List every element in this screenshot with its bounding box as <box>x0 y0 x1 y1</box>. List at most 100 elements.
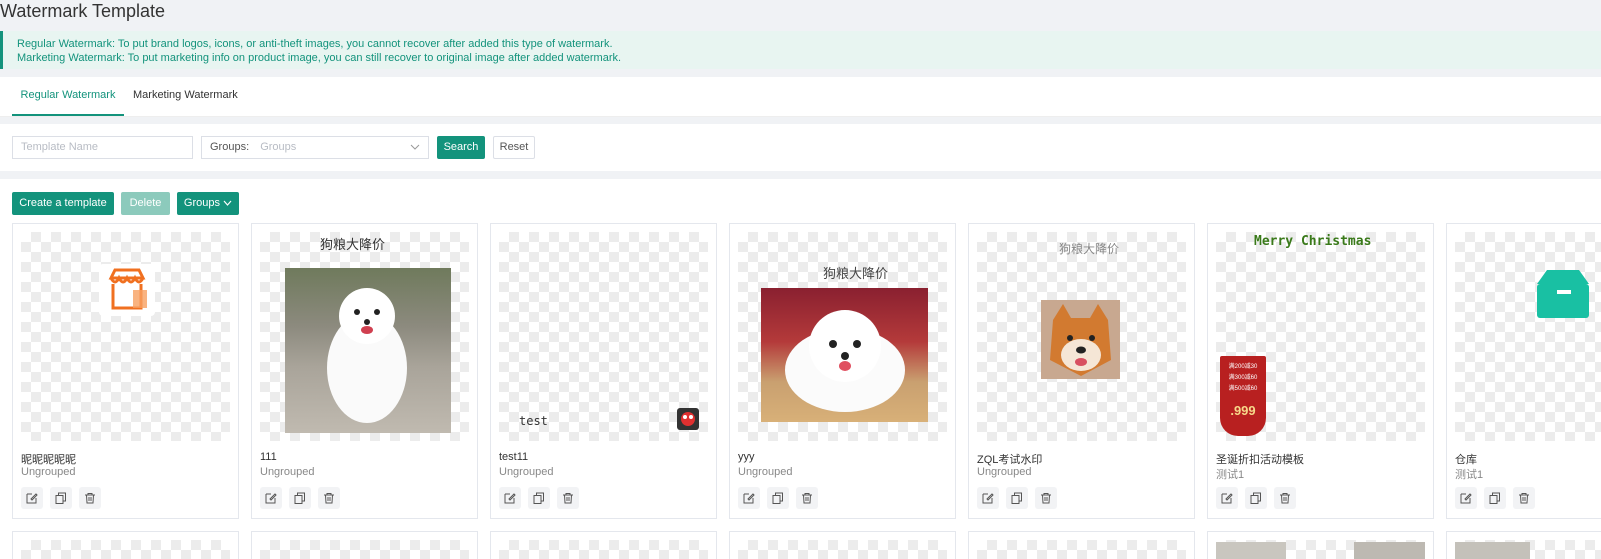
edit-icon[interactable] <box>977 487 999 509</box>
copy-icon[interactable] <box>50 487 72 509</box>
info-notice: Regular Watermark: To put brand logos, i… <box>0 31 1601 69</box>
watermark-text: 狗粮大降价 <box>823 266 889 281</box>
tab-marketing-watermark[interactable]: Marketing Watermark <box>133 77 238 116</box>
copy-icon[interactable] <box>1006 487 1028 509</box>
delete-button[interactable]: Delete <box>121 192 170 215</box>
template-preview[interactable]: 狗粮大降价 <box>738 232 947 441</box>
template-preview[interactable]: 狗粮大降价 <box>260 232 469 441</box>
badge-price: 999 <box>1233 403 1256 418</box>
edit-icon[interactable] <box>499 487 521 509</box>
template-card[interactable]: 狗粮大降价 yyy Ungrouped <box>729 223 956 519</box>
template-name: test11 <box>499 451 529 463</box>
copy-icon[interactable] <box>289 487 311 509</box>
copy-icon[interactable] <box>1484 487 1506 509</box>
reset-button[interactable]: Reset <box>493 136 535 159</box>
trash-icon[interactable] <box>1035 487 1057 509</box>
template-preview[interactable]: 狗粮大降价 <box>977 232 1186 441</box>
tabs-bar: Regular Watermark Marketing Watermark <box>0 77 1601 117</box>
template-group: Ungrouped <box>21 466 76 478</box>
template-card[interactable]: test test11 Ungrouped <box>490 223 717 519</box>
photo <box>1354 542 1425 559</box>
filter-bar: Template Name Groups: Groups Search Rese… <box>0 124 1601 171</box>
template-card[interactable]: 狗粮大降价 ZQL考试水印 Ungrouped <box>968 223 1195 519</box>
template-group: Ungrouped <box>499 466 554 478</box>
template-card[interactable]: 狗粮大降价 111 Ungrouped <box>251 223 478 519</box>
shop-icon <box>99 264 155 316</box>
template-list: Create a template Delete Groups 昵昵昵昵昵 Un… <box>0 179 1601 559</box>
groups-button-label: Groups <box>183 197 220 209</box>
photo <box>1455 542 1530 559</box>
template-name: 仓库 <box>1455 454 1477 466</box>
groups-select-placeholder: Groups <box>260 141 297 153</box>
template-preview[interactable] <box>499 540 708 559</box>
template-preview[interactable] <box>1455 232 1601 441</box>
template-preview[interactable]: test <box>499 232 708 441</box>
template-preview[interactable] <box>977 540 1186 559</box>
edit-icon[interactable] <box>1455 487 1477 509</box>
template-preview[interactable] <box>738 540 947 559</box>
template-group: 测试1 <box>1216 469 1245 481</box>
create-template-button[interactable]: Create a template <box>12 192 114 215</box>
template-name: 昵昵昵昵昵 <box>21 454 76 466</box>
edit-icon[interactable] <box>1216 487 1238 509</box>
box-icon <box>1533 268 1593 320</box>
template-card[interactable] <box>490 531 717 559</box>
badge-line: 满500减60 <box>1228 386 1258 392</box>
tab-regular-watermark[interactable]: Regular Watermark <box>12 77 124 116</box>
discount-badge: 满200减30 满300减60 满500减60 .999 <box>1220 356 1266 436</box>
template-card[interactable] <box>12 531 239 559</box>
template-group: Ungrouped <box>738 466 793 478</box>
shiba-photo <box>1041 300 1120 379</box>
template-name: yyy <box>738 451 755 463</box>
trash-icon[interactable] <box>557 487 579 509</box>
template-card[interactable]: Merry Christmas 满200减30 满300减60 满500减60 … <box>1207 223 1434 519</box>
edit-icon[interactable] <box>21 487 43 509</box>
samoyed-photo <box>285 268 451 433</box>
groups-select[interactable]: Groups: Groups <box>201 136 429 159</box>
template-name: ZQL考试水印 <box>977 454 1043 466</box>
photo <box>1216 542 1286 559</box>
avatar <box>677 408 699 430</box>
template-card[interactable] <box>729 531 956 559</box>
search-button[interactable]: Search <box>437 136 485 159</box>
template-preview[interactable] <box>21 540 230 559</box>
template-card[interactable]: 仓库 测试1 <box>1446 223 1601 519</box>
trash-icon[interactable] <box>796 487 818 509</box>
template-card[interactable] <box>968 531 1195 559</box>
chevron-down-icon <box>223 200 232 207</box>
template-group: Ungrouped <box>260 466 315 478</box>
notice-line-marketing: Marketing Watermark: To put marketing in… <box>17 52 622 64</box>
watermark-text: 狗粮大降价 <box>320 237 386 252</box>
template-card[interactable]: 昵昵昵昵昵 Ungrouped <box>12 223 239 519</box>
edit-icon[interactable] <box>260 487 282 509</box>
trash-icon[interactable] <box>1513 487 1535 509</box>
copy-icon[interactable] <box>528 487 550 509</box>
template-card[interactable] <box>251 531 478 559</box>
page-title: Watermark Template <box>0 1 166 21</box>
trash-icon[interactable] <box>318 487 340 509</box>
template-preview[interactable]: Merry Christmas 满200减30 满300减60 满500减60 … <box>1216 232 1425 441</box>
watermark-text: 狗粮大降价 <box>1059 242 1120 256</box>
pomeranian-photo <box>761 288 928 422</box>
template-preview[interactable] <box>1455 540 1601 559</box>
template-name: 111 <box>260 451 277 463</box>
chevron-down-icon <box>410 137 420 166</box>
template-card[interactable] <box>1446 531 1601 559</box>
template-name: 圣诞折扣活动模板 <box>1216 454 1304 466</box>
template-card[interactable] <box>1207 531 1434 559</box>
template-preview[interactable] <box>1216 540 1425 559</box>
trash-icon[interactable] <box>1274 487 1296 509</box>
template-name-input[interactable]: Template Name <box>12 136 193 159</box>
groups-select-label: Groups: <box>210 141 250 153</box>
groups-dropdown-button[interactable]: Groups <box>177 192 239 215</box>
edit-icon[interactable] <box>738 487 760 509</box>
template-preview[interactable] <box>260 540 469 559</box>
template-preview[interactable] <box>21 232 230 441</box>
copy-icon[interactable] <box>767 487 789 509</box>
badge-line: 满300减60 <box>1228 375 1258 381</box>
watermark-text: Merry Christmas <box>1254 234 1372 249</box>
template-group: 测试1 <box>1455 469 1484 481</box>
notice-line-regular: Regular Watermark: To put brand logos, i… <box>17 38 613 50</box>
copy-icon[interactable] <box>1245 487 1267 509</box>
trash-icon[interactable] <box>79 487 101 509</box>
